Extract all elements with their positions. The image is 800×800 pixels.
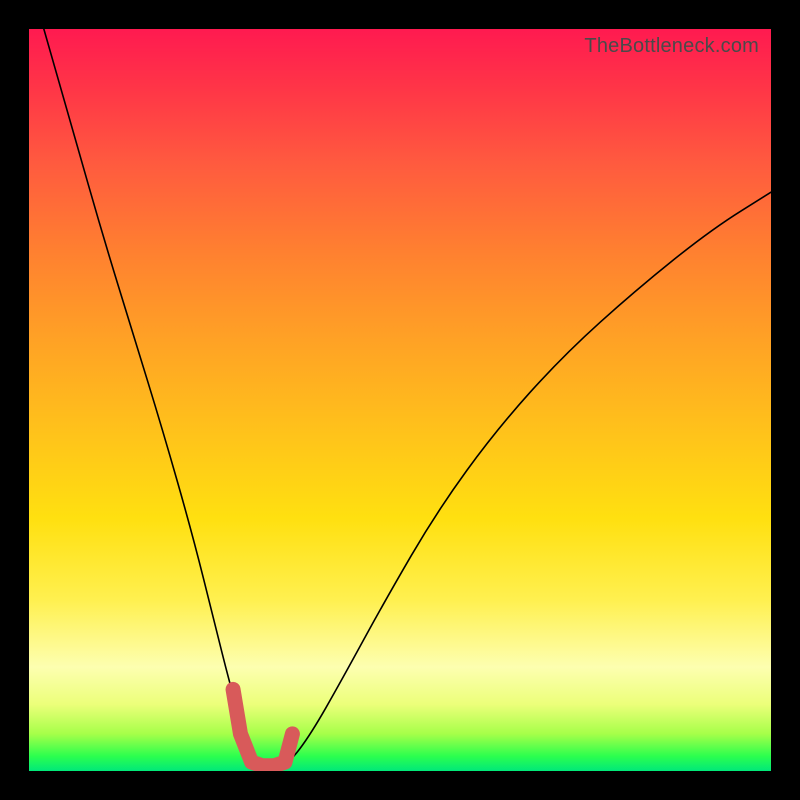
chart-svg (29, 29, 771, 771)
optimal-range-marker (233, 689, 292, 765)
chart-plot-area: TheBottleneck.com (29, 29, 771, 771)
bottleneck-curve (44, 29, 771, 766)
